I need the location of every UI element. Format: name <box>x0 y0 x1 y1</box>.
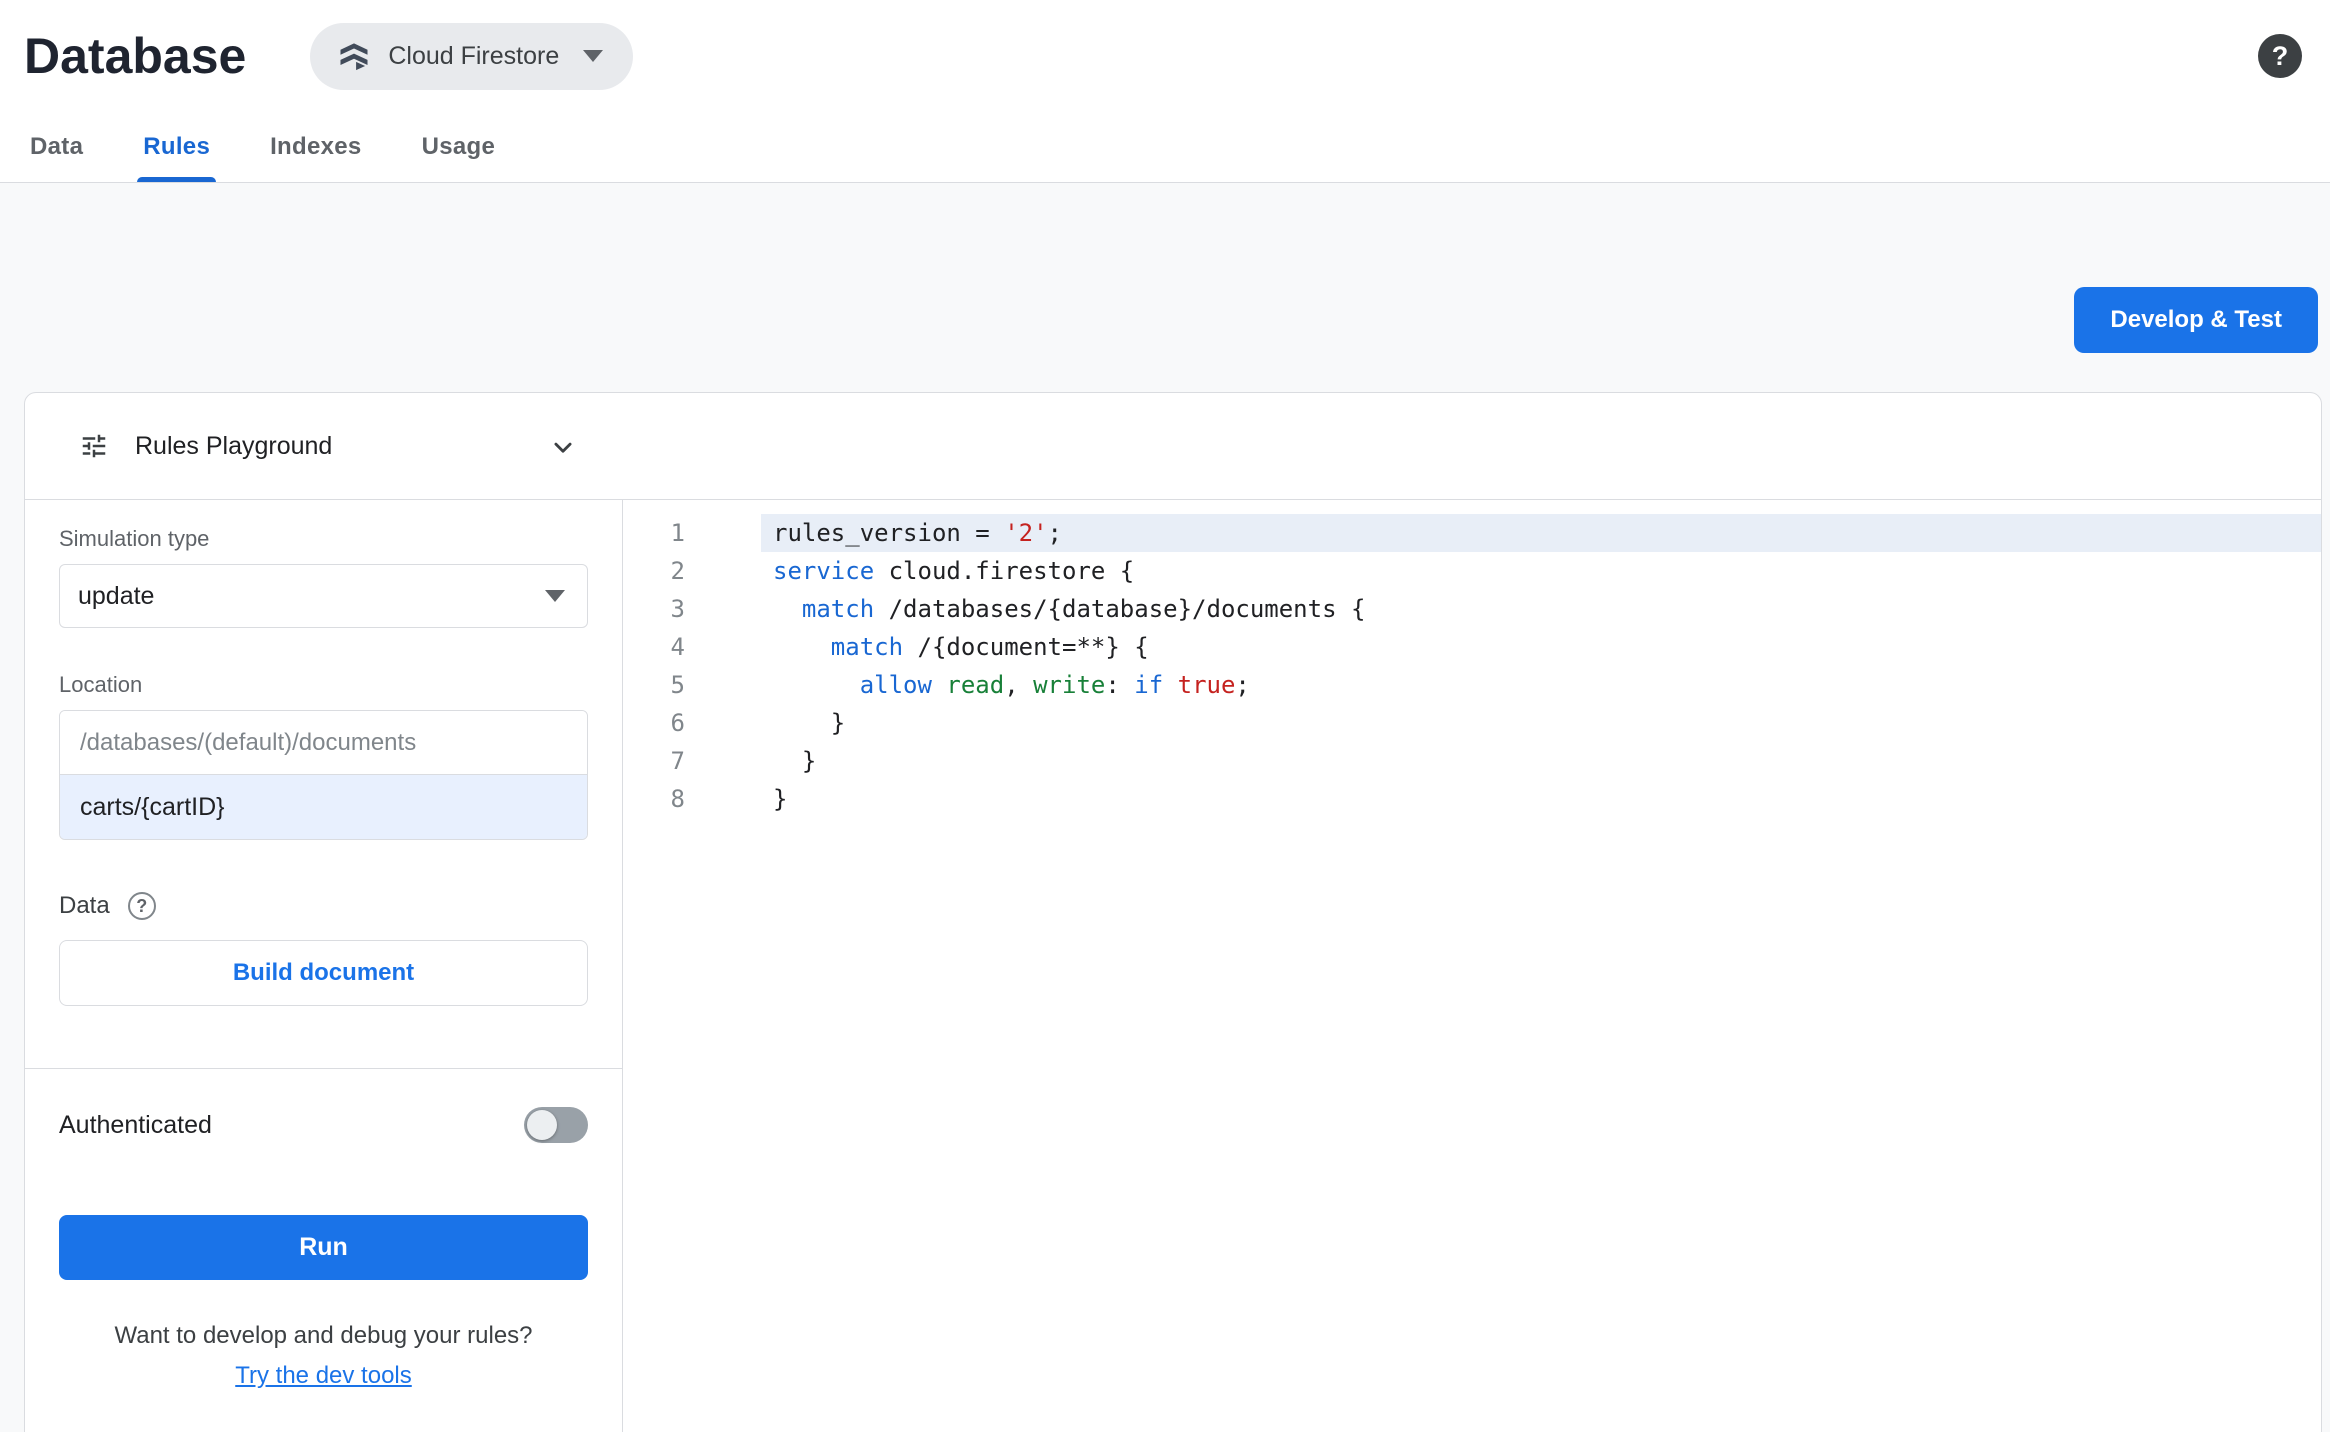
line-number: 1 <box>670 519 685 547</box>
code-line-content[interactable]: rules_version = '2'; <box>761 514 2321 552</box>
code-line-content[interactable]: } <box>761 780 2321 818</box>
firestore-database-page: Database Cloud Firestore ? Data Rules Inde… <box>0 0 2330 1432</box>
tab-indexes[interactable]: Indexes <box>240 112 391 182</box>
code-line-content[interactable]: } <box>761 742 2321 780</box>
code-line: 1 rules_version = '2'; <box>623 514 2321 552</box>
content-area: Develop & Test Rules Playground Simulati… <box>0 183 2330 1432</box>
tab-rules[interactable]: Rules <box>113 112 240 182</box>
code-line: 4 match /{document=**} { <box>623 628 2321 666</box>
authenticated-row: Authenticated <box>59 1093 588 1157</box>
product-selector-dropdown[interactable]: Cloud Firestore <box>310 22 634 90</box>
code-line: 6 } <box>623 704 2321 742</box>
tabs: Data Rules Indexes Usage <box>0 112 2330 183</box>
toggle-knob <box>527 1110 557 1140</box>
card-body: Simulation type update Location /databas… <box>25 500 2321 1432</box>
chevron-down-icon <box>583 50 604 62</box>
dev-tools-question: Want to develop and debug your rules? <box>114 1322 533 1349</box>
authenticated-label: Authenticated <box>59 1110 212 1139</box>
line-number: 3 <box>670 595 685 623</box>
simulation-type-value: update <box>78 581 155 610</box>
actions-row: Develop & Test <box>0 183 2330 353</box>
build-document-button[interactable]: Build document <box>59 940 588 1006</box>
location-group: /databases/(default)/documents carts/{ca… <box>59 710 588 840</box>
simulation-type-label: Simulation type <box>59 526 210 551</box>
code-line: 2 service cloud.firestore { <box>623 552 2321 590</box>
dev-tools-link[interactable]: Try the dev tools <box>59 1362 588 1390</box>
playground-title: Rules Playground <box>135 431 333 460</box>
data-help-icon[interactable]: ? <box>127 892 156 920</box>
code-line: 3 match /databases/{database}/documents … <box>623 590 2321 628</box>
product-selector-label: Cloud Firestore <box>388 41 560 70</box>
code-line: 7 } <box>623 742 2321 780</box>
tune-icon <box>79 431 109 461</box>
collapse-chevron-icon[interactable] <box>541 425 585 469</box>
tab-usage[interactable]: Usage <box>392 112 526 182</box>
page-title: Database <box>24 28 247 84</box>
panel-divider <box>25 1068 622 1069</box>
line-number: 7 <box>670 747 685 775</box>
code-line-content[interactable]: allow read, write: if true; <box>761 666 2321 704</box>
data-label: Data <box>59 892 110 919</box>
line-number: 2 <box>670 557 685 585</box>
firestore-icon <box>336 38 372 74</box>
line-number: 4 <box>670 633 685 661</box>
line-number: 6 <box>670 709 685 737</box>
line-number: 5 <box>670 671 685 699</box>
develop-test-button[interactable]: Develop & Test <box>2074 287 2318 353</box>
simulation-type-select[interactable]: update <box>59 564 588 628</box>
code-line-content[interactable]: match /databases/{database}/documents { <box>761 590 2321 628</box>
rules-card: Rules Playground Simulation type update … <box>24 392 2322 1432</box>
code-line-content[interactable]: } <box>761 704 2321 742</box>
location-base-path: /databases/(default)/documents <box>60 711 587 775</box>
data-row: Data ? <box>59 892 588 920</box>
code-line-content[interactable]: service cloud.firestore { <box>761 552 2321 590</box>
line-number: 8 <box>670 785 685 813</box>
select-caret-icon <box>545 590 565 602</box>
playground-header: Rules Playground <box>25 393 2321 500</box>
code-editor[interactable]: 1 rules_version = '2'; 2 service cloud.fire… <box>623 500 2321 1432</box>
help-icon[interactable]: ? <box>2258 34 2302 78</box>
code-line: 5 allow read, write: if true; <box>623 666 2321 704</box>
authenticated-toggle[interactable] <box>524 1107 588 1143</box>
playground-header-left: Rules Playground <box>25 431 332 461</box>
location-input[interactable]: carts/{cartID} <box>60 775 587 839</box>
code-line: 8} <box>623 780 2321 818</box>
tab-data[interactable]: Data <box>0 112 113 182</box>
code-line-content[interactable]: match /{document=**} { <box>761 628 2321 666</box>
header: Database Cloud Firestore ? <box>0 0 2330 112</box>
rules-playground-panel: Simulation type update Location /databas… <box>25 500 623 1432</box>
run-button[interactable]: Run <box>59 1215 588 1280</box>
location-label: Location <box>59 672 143 697</box>
